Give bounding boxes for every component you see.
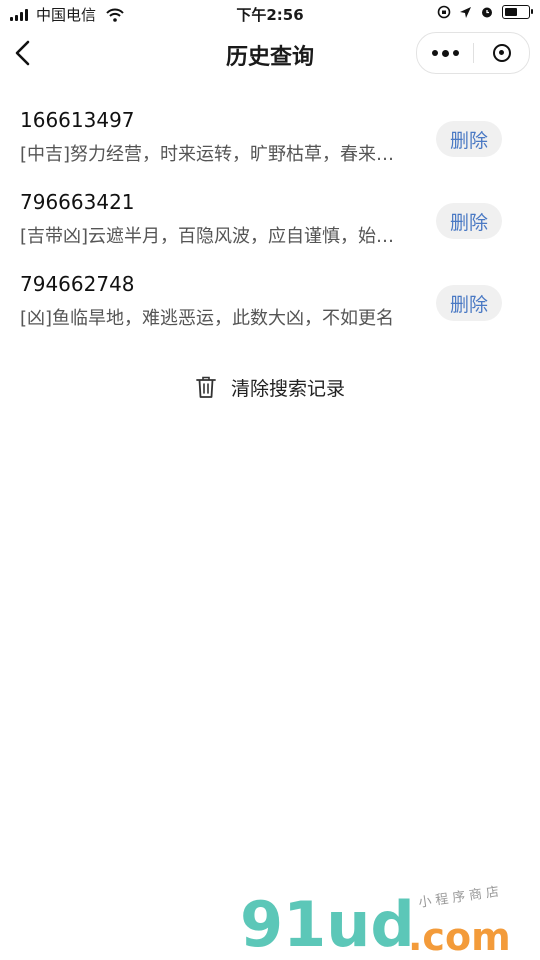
history-number: 794662748 (20, 272, 135, 296)
status-right (437, 5, 533, 19)
history-description: [中吉]努力经营，时来运转，旷野枯草，春来… (20, 144, 395, 165)
orientation-lock-icon (437, 5, 451, 19)
watermark-logo: 91ud 小程序商店 .com (240, 880, 530, 960)
status-bar: 中国电信 下午2:56 (0, 0, 540, 28)
delete-button[interactable]: 删除 (436, 203, 502, 239)
battery-icon (502, 5, 533, 19)
clear-history-button[interactable]: 清除搜索记录 (0, 370, 540, 404)
watermark-subtitle: 小程序商店 (417, 884, 504, 911)
location-icon (460, 6, 471, 18)
target-ring-icon (492, 44, 511, 62)
history-description: [凶]鱼临旱地，难逃恶运，此数大凶，不如更名 (20, 308, 395, 329)
history-list: 166613497 [中吉]努力经营，时来运转，旷野枯草，春来… 删除 7966… (0, 104, 540, 350)
history-item[interactable]: 166613497 [中吉]努力经营，时来运转，旷野枯草，春来… 删除 (0, 104, 540, 186)
history-description: [吉带凶]云遮半月，百隐风波，应自谨慎，始… (20, 226, 395, 247)
delete-button[interactable]: 删除 (436, 285, 502, 321)
history-number: 166613497 (20, 108, 135, 132)
alarm-icon (482, 7, 492, 18)
clear-history-label: 清除搜索记录 (230, 377, 345, 400)
close-miniprogram-button[interactable] (474, 33, 529, 73)
nav-bar: 历史查询 (0, 28, 540, 80)
watermark-domain: .com (408, 915, 511, 959)
menu-capsule (416, 32, 530, 74)
page: 中国电信 下午2:56 历史查询 166613497 [中吉]努力经营，时来运转… (0, 0, 540, 960)
history-item[interactable]: 794662748 [凶]鱼临旱地，难逃恶运，此数大凶，不如更名 删除 (0, 268, 540, 350)
trash-icon (196, 376, 216, 398)
history-number: 796663421 (20, 190, 135, 214)
history-item[interactable]: 796663421 [吉带凶]云遮半月，百隐风波，应自谨慎，始… 删除 (0, 186, 540, 268)
more-dots-icon[interactable] (417, 33, 473, 73)
watermark-brand: 91ud (240, 888, 415, 960)
delete-button[interactable]: 删除 (436, 121, 502, 157)
